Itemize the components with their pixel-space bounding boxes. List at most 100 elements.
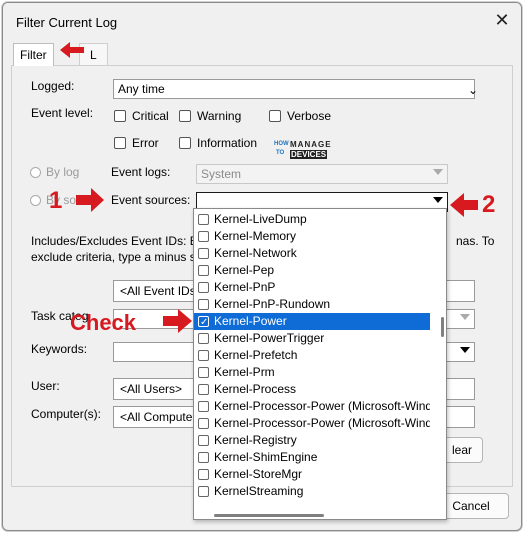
- event-source-item[interactable]: Kernel-Pep: [194, 262, 430, 279]
- error-checkbox[interactable]: [114, 137, 126, 149]
- chevron-down-icon: [433, 169, 443, 175]
- by-source-radio[interactable]: [30, 195, 41, 206]
- cancel-button-label: Cancel: [452, 499, 490, 513]
- user-label: User:: [31, 379, 60, 393]
- checkbox-icon[interactable]: [198, 435, 209, 446]
- event-source-label: Kernel-Power: [214, 314, 287, 328]
- event-source-item[interactable]: Kernel-PnP: [194, 279, 430, 296]
- chevron-down-icon: [460, 314, 470, 320]
- critical-checkbox[interactable]: [114, 110, 126, 122]
- event-ids-description-line2: exclude criteria, type a minus sign: [31, 250, 212, 264]
- event-source-label: Kernel-Processor-Power (Microsoft-Window: [214, 416, 430, 430]
- checkbox-icon[interactable]: [198, 231, 209, 242]
- vertical-scroll-thumb[interactable]: [441, 317, 444, 337]
- event-source-label: Kernel-PowerTrigger: [214, 331, 325, 345]
- close-icon[interactable]: ✕: [493, 11, 511, 29]
- horizontal-scroll-thumb[interactable]: [214, 514, 324, 517]
- checkbox-icon[interactable]: [198, 282, 209, 293]
- event-source-item[interactable]: KernelStreaming: [194, 483, 430, 500]
- event-source-label: Kernel-ShimEngine: [214, 450, 318, 464]
- checkbox-icon[interactable]: [198, 350, 209, 361]
- event-logs-label: Event logs:: [111, 165, 171, 179]
- event-logs-value: System: [201, 167, 242, 181]
- event-source-label: Kernel-Prefetch: [214, 348, 298, 362]
- step2-annotation: 2: [482, 191, 496, 218]
- logo-manage: MANAGE: [290, 140, 332, 149]
- information-checkbox[interactable]: [179, 137, 191, 149]
- user-value: <All Users>: [120, 382, 183, 396]
- event-source-label: KernelStreaming: [214, 484, 304, 498]
- checkbox-icon[interactable]: [198, 486, 209, 497]
- event-source-item[interactable]: Kernel-Process: [194, 381, 430, 398]
- vertical-scrollbar[interactable]: [441, 213, 444, 513]
- critical-label: Critical: [132, 109, 169, 123]
- computers-label: Computer(s):: [31, 407, 102, 421]
- event-source-label: Kernel-PnP-Rundown: [214, 297, 331, 311]
- event-source-label: Kernel-Processor-Power (Microsoft-Window: [214, 399, 430, 413]
- tab-xml-label: L: [90, 48, 97, 62]
- event-source-item[interactable]: Kernel-LiveDump: [194, 211, 430, 228]
- event-source-item[interactable]: Kernel-ShimEngine: [194, 449, 430, 466]
- checkbox-icon[interactable]: [198, 299, 209, 310]
- checkbox-icon[interactable]: [198, 367, 209, 378]
- checked-checkbox-icon[interactable]: [198, 314, 209, 330]
- chevron-down-icon: [460, 347, 470, 353]
- event-source-label: Kernel-Registry: [214, 433, 297, 447]
- warning-checkbox[interactable]: [179, 110, 191, 122]
- verbose-checkbox[interactable]: [269, 110, 281, 122]
- logged-select[interactable]: Any time ⌄: [113, 79, 478, 99]
- checkbox-icon[interactable]: [198, 384, 209, 395]
- tab-filter-label: Filter: [20, 48, 47, 62]
- error-label: Error: [132, 136, 159, 150]
- event-source-item[interactable]: Kernel-Power: [194, 313, 430, 330]
- checkbox-icon[interactable]: [198, 452, 209, 463]
- event-ids-description: Includes/Excludes Event IDs: Ente: [31, 234, 215, 248]
- window-title: Filter Current Log: [16, 15, 118, 30]
- event-ids-description-tail: nas. To: [456, 234, 495, 248]
- how-to-manage-devices-logo: HOW TO MANAGE DEVICES: [274, 139, 336, 165]
- step1-annotation: 1: [49, 187, 63, 214]
- event-source-label: Kernel-Pep: [214, 263, 275, 277]
- tab-filter[interactable]: Filter: [13, 43, 54, 66]
- checkbox-icon[interactable]: [198, 333, 209, 344]
- checkbox-icon[interactable]: [198, 248, 209, 259]
- event-source-item[interactable]: Kernel-StoreMgr: [194, 466, 430, 483]
- event-source-label: Kernel-LiveDump: [214, 212, 307, 226]
- event-source-label: Kernel-StoreMgr: [214, 467, 303, 481]
- check-annotation: Check: [70, 310, 137, 335]
- event-sources-dropdown[interactable]: Kernel-LiveDump Kernel-Memory Kernel-Netwo…: [193, 208, 447, 520]
- event-source-label: Kernel-Process: [214, 382, 297, 396]
- by-log-radio[interactable]: [30, 167, 41, 178]
- checkbox-icon[interactable]: [198, 469, 209, 480]
- event-source-label: Kernel-Prm: [214, 365, 275, 379]
- event-source-item[interactable]: Kernel-Registry: [194, 432, 430, 449]
- computers-value: <All Computers: [120, 410, 203, 424]
- information-label: Information: [197, 136, 258, 150]
- checkbox-icon[interactable]: [198, 265, 209, 276]
- event-source-item[interactable]: Kernel-Prefetch: [194, 347, 430, 364]
- event-source-item[interactable]: Kernel-PowerTrigger: [194, 330, 430, 347]
- chevron-down-icon: [433, 197, 443, 203]
- event-source-label: Kernel-Memory: [214, 229, 297, 243]
- by-log-label: By log: [46, 165, 80, 179]
- logged-value: Any time: [118, 82, 165, 96]
- event-source-item[interactable]: Kernel-Prm: [194, 364, 430, 381]
- event-logs-select[interactable]: System: [196, 164, 448, 184]
- event-source-item[interactable]: Kernel-Processor-Power (Microsoft-Window: [194, 398, 430, 415]
- checkbox-icon[interactable]: [198, 418, 209, 429]
- event-source-item[interactable]: Kernel-PnP-Rundown: [194, 296, 430, 313]
- clear-button-label: lear: [451, 443, 472, 457]
- logged-label: Logged:: [31, 79, 75, 93]
- logo-devices: DEVICES: [290, 150, 328, 159]
- event-source-item[interactable]: Kernel-Memory: [194, 228, 430, 245]
- checkbox-icon[interactable]: [198, 401, 209, 412]
- keywords-label: Keywords:: [31, 342, 88, 356]
- event-sources-label: Event sources:: [111, 193, 191, 207]
- logo-to: TO: [276, 150, 285, 156]
- checkbox-icon[interactable]: [198, 214, 209, 225]
- event-source-item[interactable]: Kernel-Network: [194, 245, 430, 262]
- title-bar: Filter Current Log ✕: [3, 3, 521, 37]
- event-source-item[interactable]: Kernel-Processor-Power (Microsoft-Window: [194, 415, 430, 432]
- verbose-label: Verbose: [287, 109, 332, 123]
- tab-xml[interactable]: L: [79, 43, 108, 66]
